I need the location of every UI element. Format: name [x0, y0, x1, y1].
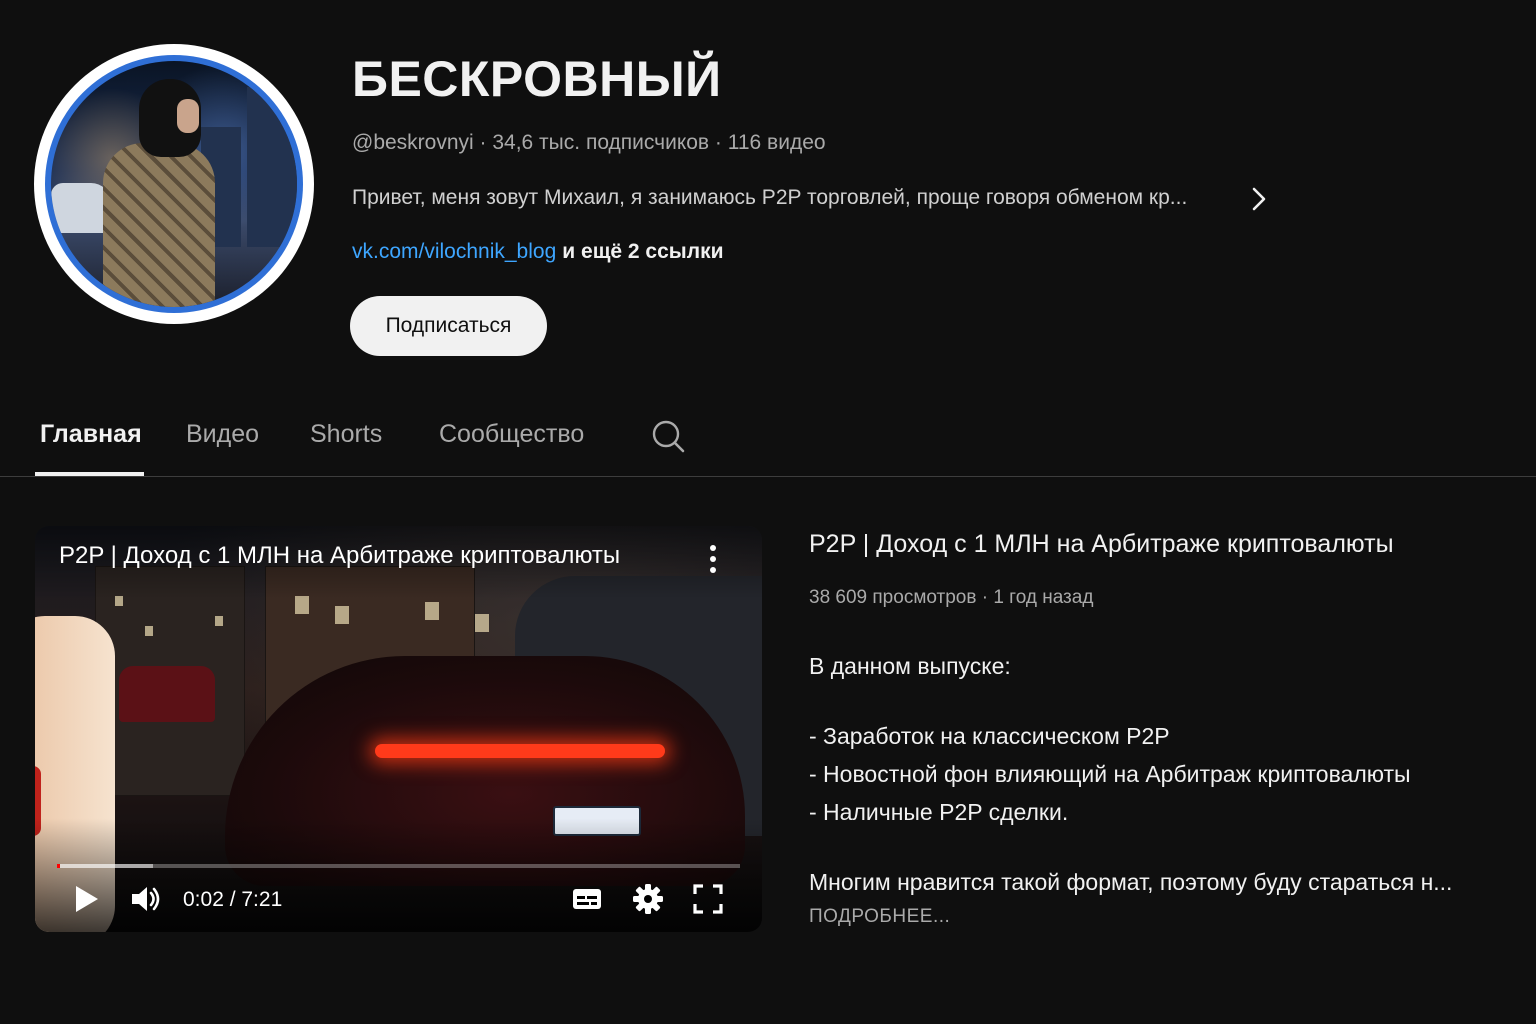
desc-last-line: Многим нравится такой формат, поэтому бу…	[809, 869, 1453, 895]
avatar-ring	[45, 55, 303, 313]
channel-tabs: Главная Видео Shorts Сообщество	[0, 400, 1536, 477]
desc-spacer	[809, 685, 1499, 717]
player-overlay	[35, 526, 762, 932]
video-title[interactable]: P2P | Доход с 1 МЛН на Арбитраже криптов…	[809, 530, 1394, 559]
avatar-image	[51, 61, 297, 307]
search-icon[interactable]	[650, 418, 686, 454]
time-readout: 0:02 / 7:21	[183, 888, 283, 911]
channel-meta: @beskrovnyi · 34,6 тыс. подписчиков · 11…	[352, 131, 826, 154]
progress-played	[57, 864, 60, 868]
desc-spacer	[809, 831, 1499, 863]
tab-home[interactable]: Главная	[40, 420, 142, 449]
channel-description[interactable]: Привет, меня зовут Михаил, я занимаюсь P…	[352, 186, 1232, 210]
more-links[interactable]: и ещё 2 ссылки	[562, 240, 723, 263]
more-vert-icon[interactable]	[701, 542, 725, 576]
avatar-person-jacket	[103, 143, 215, 307]
avatar-person-face	[177, 99, 199, 133]
tab-videos[interactable]: Видео	[186, 420, 259, 449]
desc-intro: В данном выпуске:	[809, 653, 1011, 679]
avatar-bg-car	[51, 183, 111, 233]
player-title[interactable]: P2P | Доход с 1 МЛН на Арбитраже криптов…	[59, 542, 620, 570]
desc-item: - Заработок на классическом P2P	[809, 723, 1170, 749]
progress-bar[interactable]	[57, 864, 740, 868]
chevron-right-icon[interactable]	[1246, 184, 1272, 214]
channel-avatar[interactable]	[34, 44, 314, 324]
fullscreen-icon[interactable]	[691, 882, 725, 916]
active-tab-indicator	[35, 472, 144, 476]
channel-name: БЕСКРОВНЫЙ	[352, 51, 722, 107]
progress-buffered	[57, 864, 153, 868]
channel-page: БЕСКРОВНЫЙ @beskrovnyi · 34,6 тыс. подпи…	[0, 0, 1536, 1024]
read-more-link[interactable]: ПОДРОБНЕЕ...	[809, 906, 950, 928]
settings-icon[interactable]	[631, 882, 665, 916]
video-player[interactable]: P2P | Доход с 1 МЛН на Арбитраже криптов…	[35, 526, 762, 932]
video-description: В данном выпуске: - Заработок на классич…	[809, 647, 1499, 901]
channel-link[interactable]: vk.com/vilochnik_blog	[352, 240, 556, 263]
avatar-bg-building	[247, 87, 297, 247]
subtitles-icon[interactable]	[570, 882, 604, 916]
play-icon[interactable]	[69, 882, 103, 916]
tab-shorts[interactable]: Shorts	[310, 420, 382, 449]
subscribe-button[interactable]: Подписаться	[350, 296, 547, 356]
desc-item: - Наличные P2P сделки.	[809, 799, 1069, 825]
desc-item: - Новостной фон влияющий на Арбитраж кри…	[809, 761, 1411, 787]
tab-community[interactable]: Сообщество	[439, 420, 584, 449]
video-stats: 38 609 просмотров · 1 год назад	[809, 587, 1094, 608]
channel-links: vk.com/vilochnik_blog и ещё 2 ссылки	[352, 240, 724, 264]
volume-icon[interactable]	[129, 882, 163, 916]
